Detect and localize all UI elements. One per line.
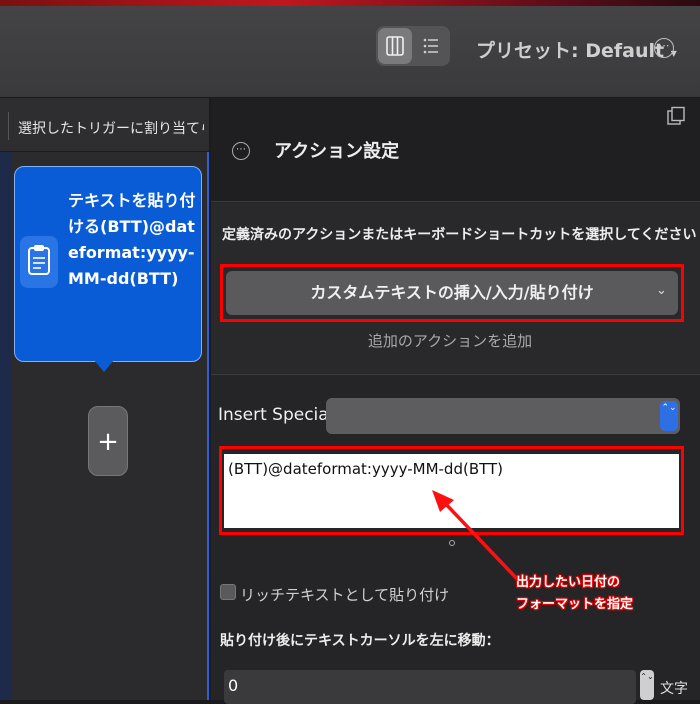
cursor-move-stepper[interactable]: ⌃⌄ bbox=[640, 670, 654, 700]
rich-text-label: リッチテキストとして貼り付け bbox=[240, 586, 450, 604]
action-card-text: テキストを貼り付ける(BTT)@dateformat:yyyy-MM-dd(BT… bbox=[68, 191, 196, 288]
annotation-line-1: 出力したい日付の bbox=[516, 575, 621, 590]
list-view-icon bbox=[423, 38, 438, 54]
preset-label: プリセット: Default bbox=[476, 40, 665, 62]
ellipsis-circle-icon[interactable]: ⋯ bbox=[232, 142, 250, 160]
instruction-label: 定義済みのアクションまたはキーボードショートカットを選択してください bbox=[222, 227, 697, 243]
insert-special-label: Insert Special: bbox=[218, 405, 340, 425]
side-strip bbox=[0, 152, 12, 700]
cursor-move-unit: 文字 bbox=[660, 681, 688, 697]
add-additional-action-link[interactable]: 追加のアクションを追加 bbox=[0, 330, 700, 351]
annotation-line-2: フォーマットを指定 bbox=[516, 597, 634, 612]
action-card-pointer bbox=[94, 360, 114, 372]
add-action-button[interactable]: + bbox=[88, 406, 128, 476]
assigned-actions-title: 選択したトリガーに割り当てられ… bbox=[18, 121, 204, 137]
rich-text-checkbox[interactable] bbox=[220, 584, 236, 600]
select-stepper-icon: ⌃⌄ bbox=[660, 401, 678, 431]
copy-icon[interactable] bbox=[666, 106, 686, 126]
predefined-action-select[interactable]: カスタムテキストの挿入/入力/貼り付け bbox=[226, 271, 678, 315]
cursor-move-input[interactable]: 0 bbox=[224, 670, 636, 704]
annotation-callout: 出力したい日付の フォーマットを指定 bbox=[516, 572, 646, 616]
column-view-icon bbox=[386, 36, 404, 56]
list-view-button[interactable] bbox=[414, 28, 448, 64]
page-title: アクション設定 bbox=[274, 141, 400, 162]
clipboard-icon bbox=[20, 236, 58, 288]
ellipsis-circle-icon[interactable]: ⋯ bbox=[654, 38, 674, 58]
preset-selector[interactable]: プリセット: Default ▾ bbox=[476, 36, 677, 63]
annotation-arrow bbox=[432, 490, 522, 584]
column-view-button[interactable] bbox=[378, 28, 412, 64]
chevron-down-icon: ⌄ bbox=[656, 283, 667, 298]
header-divider bbox=[8, 112, 9, 140]
cursor-move-label: 貼り付け後にテキストカーソルを左に移動： bbox=[220, 633, 500, 649]
insert-special-select[interactable] bbox=[326, 398, 680, 434]
